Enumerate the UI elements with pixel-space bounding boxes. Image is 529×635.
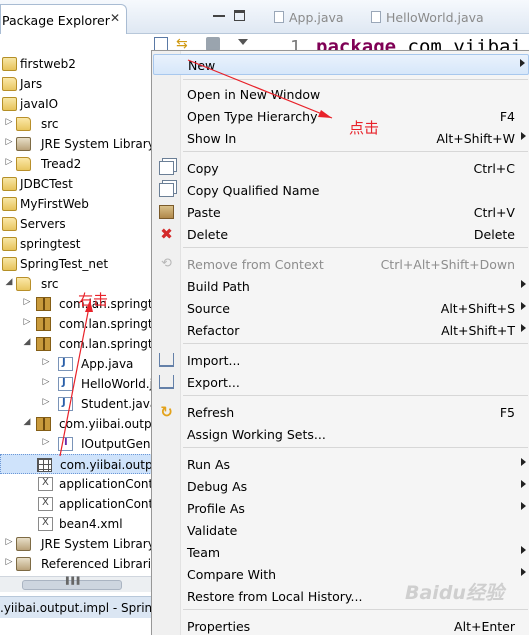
right-click-arrow xyxy=(59,301,91,457)
right-click-annotation: 右击 xyxy=(78,291,109,309)
click-arrow xyxy=(187,59,333,119)
baidu-watermark: Baidu经验 xyxy=(405,582,504,604)
click-arrowhead xyxy=(318,110,332,118)
click-annotation: 点击 xyxy=(349,119,380,137)
eclipse-window: Package Explorer ✕ ⇆ firstweb2 Jars javaIO… xyxy=(0,0,529,635)
annotation-layer xyxy=(59,59,333,457)
